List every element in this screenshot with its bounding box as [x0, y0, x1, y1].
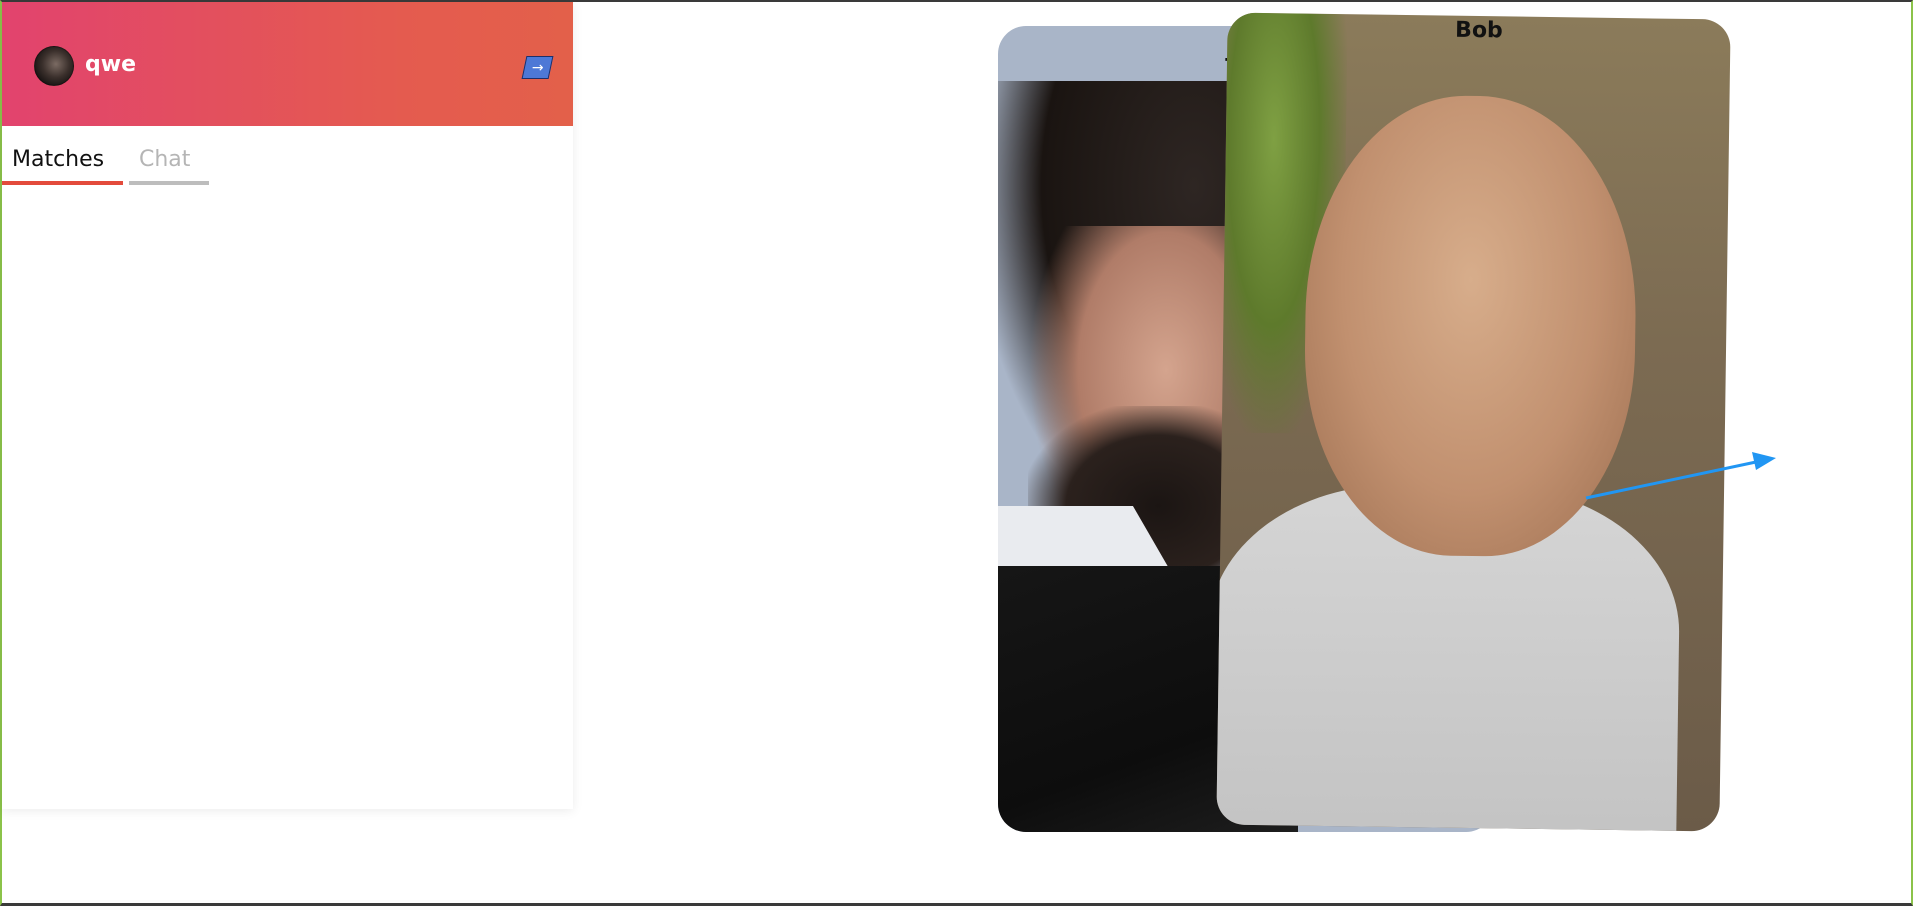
tab-matches[interactable]: Matches	[2, 147, 123, 185]
username: qwe	[85, 52, 136, 77]
sidebar: qwe → Matches Chat	[2, 2, 573, 809]
tab-chat[interactable]: Chat	[129, 147, 209, 185]
profile-card-front[interactable]: Bob	[1216, 12, 1731, 832]
user-avatar[interactable]	[34, 46, 74, 86]
logout-button[interactable]: →	[521, 56, 554, 79]
tab-bar: Matches Chat	[2, 126, 573, 192]
sidebar-header: qwe →	[2, 2, 573, 126]
swipe-right-arrow-icon	[1585, 452, 1776, 500]
logout-arrow-icon: →	[531, 59, 544, 76]
